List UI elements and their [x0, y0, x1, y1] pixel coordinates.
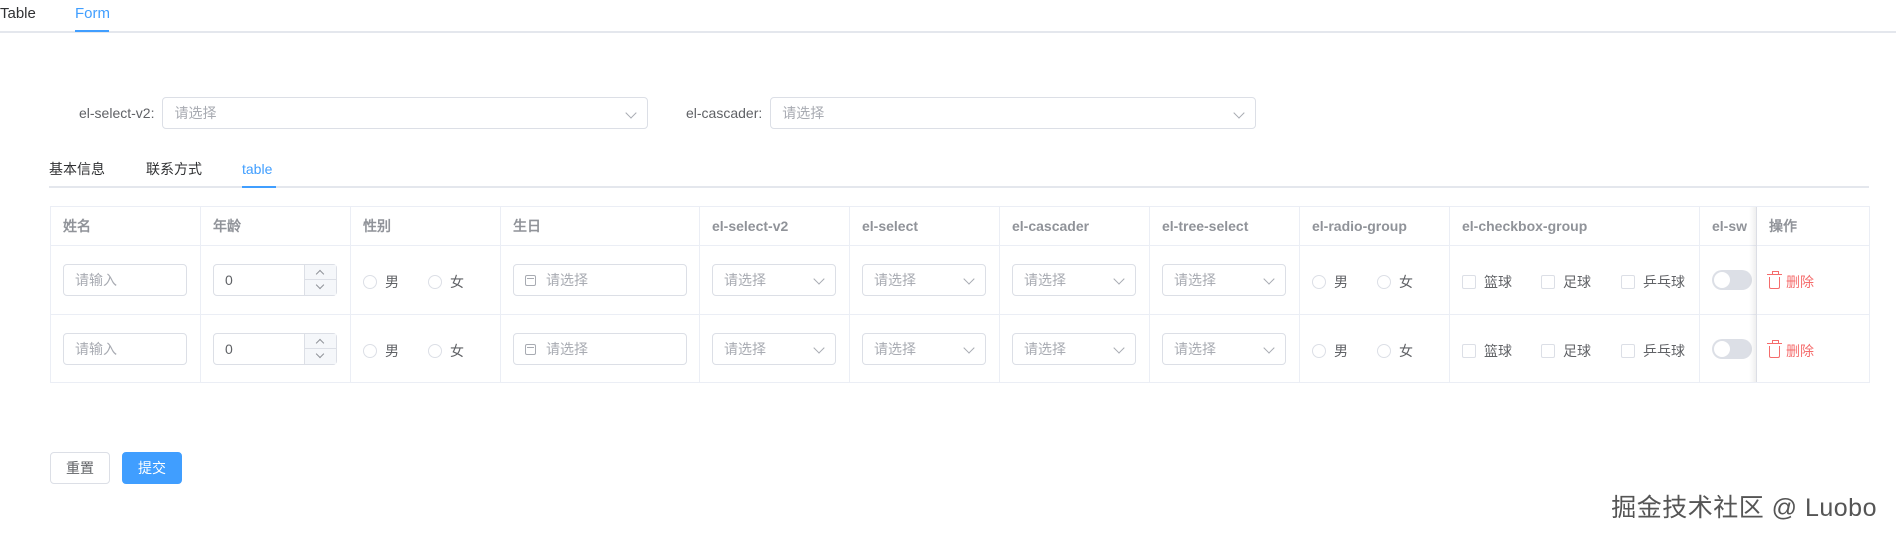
- col-header-actions: 操作: [1769, 218, 1797, 234]
- gender-radio-female[interactable]: 女: [428, 272, 464, 292]
- chevron-down-icon: [315, 349, 325, 359]
- row-tree-select[interactable]: 请选择: [1162, 333, 1286, 365]
- age-value: 0: [225, 341, 233, 357]
- radio-group-male[interactable]: 男: [1312, 272, 1348, 292]
- stepper-up-button[interactable]: [305, 265, 336, 280]
- chevron-up-icon: [315, 269, 325, 279]
- toggle-switch[interactable]: [1712, 339, 1752, 359]
- col-header-select: el-select: [850, 207, 1000, 245]
- checkbox-pingpong[interactable]: 乒乓球: [1621, 272, 1685, 292]
- chevron-down-icon: [1113, 273, 1125, 285]
- checkbox-football[interactable]: 足球: [1541, 272, 1591, 292]
- age-stepper[interactable]: 0: [213, 333, 337, 365]
- birthday-picker[interactable]: 请选择: [513, 264, 687, 296]
- calendar-icon: [525, 275, 536, 286]
- row-cascader[interactable]: 请选择: [1012, 333, 1136, 365]
- cascader-input[interactable]: 请选择: [770, 97, 1257, 129]
- chevron-down-icon: [813, 342, 825, 354]
- col-header-cascader: el-cascader: [1000, 207, 1150, 245]
- chevron-down-icon: [963, 342, 975, 354]
- row-select[interactable]: 请选择: [862, 333, 986, 365]
- sub-tabs: 基本信息 联系方式 table: [49, 153, 1869, 188]
- gender-radio-male[interactable]: 男: [363, 341, 399, 361]
- reset-button[interactable]: 重置: [50, 452, 110, 484]
- submit-button[interactable]: 提交: [122, 452, 182, 484]
- col-header-radio-group: el-radio-group: [1300, 207, 1450, 245]
- form-item-cascader: el-cascader: 请选择: [686, 97, 1257, 129]
- col-header-tree-select: el-tree-select: [1150, 207, 1300, 245]
- col-header-select-v2: el-select-v2: [700, 207, 850, 245]
- col-header-gender: 性别: [351, 207, 501, 245]
- tab-basic-info[interactable]: 基本信息: [49, 159, 105, 179]
- active-subtab-indicator: [242, 186, 276, 188]
- chevron-down-icon: [1263, 273, 1275, 285]
- name-input[interactable]: 请输入: [63, 264, 187, 296]
- chevron-down-icon: [1233, 107, 1245, 119]
- row-tree-select[interactable]: 请选择: [1162, 264, 1286, 296]
- top-tabs: Table Form: [0, 0, 1896, 33]
- table-row: 请输入 0 男 女 请选择 请选择 请选择 请选择 请选择 男 女 篮球 足球 …: [51, 246, 1869, 315]
- trash-icon: [1767, 271, 1782, 289]
- checkbox-basketball[interactable]: 篮球: [1462, 341, 1512, 361]
- calendar-icon: [525, 344, 536, 355]
- tab-table-sub[interactable]: table: [242, 159, 272, 179]
- select-v2-label: el-select-v2:: [79, 105, 155, 121]
- gender-radio-male[interactable]: 男: [363, 272, 399, 292]
- name-input[interactable]: 请输入: [63, 333, 187, 365]
- stepper-down-button[interactable]: [305, 280, 336, 295]
- table-row: 请输入 0 男 女 请选择 请选择 请选择 请选择 请选择 男 女 篮球 足球 …: [51, 315, 1869, 382]
- row-select-v2[interactable]: 请选择: [712, 264, 836, 296]
- tab-contact[interactable]: 联系方式: [146, 159, 202, 179]
- col-header-name: 姓名: [51, 207, 201, 245]
- table-header: 姓名 年龄 性别 生日 el-select-v2 el-select el-ca…: [51, 207, 1869, 246]
- stepper-up-button[interactable]: [305, 334, 336, 349]
- trash-icon: [1767, 340, 1782, 358]
- name-placeholder: 请输入: [75, 341, 117, 357]
- cascader-label: el-cascader:: [686, 105, 763, 121]
- birthday-placeholder: 请选择: [546, 341, 588, 357]
- tab-table[interactable]: Table: [0, 4, 36, 24]
- delete-button[interactable]: 删除: [1767, 271, 1814, 292]
- toggle-switch[interactable]: [1712, 270, 1752, 290]
- birthday-placeholder: 请选择: [546, 272, 588, 288]
- chevron-down-icon: [813, 273, 825, 285]
- chevron-up-icon: [315, 338, 325, 348]
- chevron-down-icon: [1113, 342, 1125, 354]
- fixed-column-shadow: [1749, 207, 1757, 382]
- age-value: 0: [225, 272, 233, 288]
- chevron-down-icon: [625, 107, 638, 119]
- name-placeholder: 请输入: [75, 272, 117, 288]
- checkbox-pingpong[interactable]: 乒乓球: [1621, 341, 1685, 361]
- delete-button[interactable]: 删除: [1767, 340, 1814, 361]
- row-select-v2[interactable]: 请选择: [712, 333, 836, 365]
- tab-form[interactable]: Form: [75, 4, 110, 24]
- row-select[interactable]: 请选择: [862, 264, 986, 296]
- checkbox-basketball[interactable]: 篮球: [1462, 272, 1512, 292]
- checkbox-football[interactable]: 足球: [1541, 341, 1591, 361]
- col-header-birthday: 生日: [501, 207, 700, 245]
- watermark: 掘金技术社区 @ Luobo: [1611, 494, 1877, 522]
- row-cascader[interactable]: 请选择: [1012, 264, 1136, 296]
- stepper-down-button[interactable]: [305, 349, 336, 364]
- active-tab-indicator: [75, 30, 109, 32]
- radio-group-male[interactable]: 男: [1312, 341, 1348, 361]
- select-v2-input[interactable]: 请选择: [162, 97, 649, 129]
- chevron-down-icon: [963, 273, 975, 285]
- col-header-age: 年龄: [201, 207, 351, 245]
- chevron-down-icon: [315, 280, 325, 290]
- col-header-checkbox-group: el-checkbox-group: [1450, 207, 1700, 245]
- birthday-picker[interactable]: 请选择: [513, 333, 687, 365]
- gender-radio-female[interactable]: 女: [428, 341, 464, 361]
- chevron-down-icon: [1263, 342, 1275, 354]
- cascader-placeholder: 请选择: [782, 105, 825, 121]
- select-v2-placeholder: 请选择: [174, 105, 217, 121]
- data-table: 姓名 年龄 性别 生日 el-select-v2 el-select el-ca…: [50, 206, 1870, 383]
- radio-group-female[interactable]: 女: [1377, 341, 1413, 361]
- radio-group-female[interactable]: 女: [1377, 272, 1413, 292]
- age-stepper[interactable]: 0: [213, 264, 337, 296]
- form-item-select-v2: el-select-v2: 请选择: [79, 97, 649, 129]
